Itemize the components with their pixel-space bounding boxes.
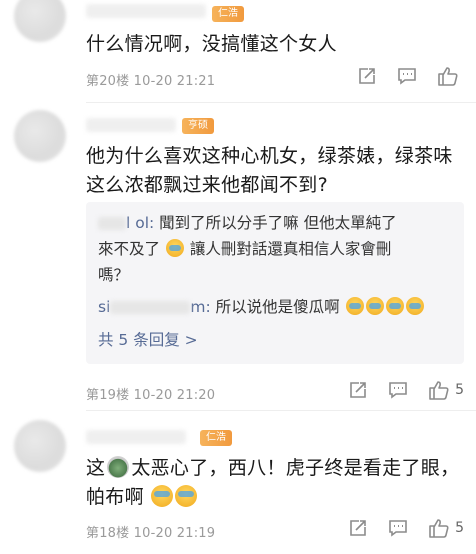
reply-button[interactable] — [388, 518, 408, 538]
blurred-name — [110, 301, 191, 314]
comment-text-part: 帕布啊 — [86, 486, 144, 508]
avatar[interactable] — [14, 420, 66, 472]
reply-username-text: m: — [190, 298, 211, 316]
reply-username[interactable]: si m: — [98, 298, 211, 316]
comment-line: 这么浓都飘过来他都闻不到? — [86, 174, 328, 196]
floor-time: 第20楼 10-20 21:21 — [86, 74, 216, 89]
reply-text: 讓人刪對話還真相信人家會刪 — [189, 240, 392, 258]
more-replies-link[interactable]: 共 5 条回复 > — [86, 328, 464, 350]
share-icon — [350, 382, 366, 398]
divider — [86, 410, 476, 411]
divider — [86, 102, 476, 103]
comment-text: 他为什么喜欢这种心机女，绿茶婊，绿茶味 这么浓都飘过来他都闻不到? — [86, 142, 460, 200]
comment-actions: 5 — [328, 380, 464, 400]
comment-actions — [337, 66, 464, 86]
like-button[interactable]: 5 — [428, 518, 464, 538]
reply-button[interactable] — [388, 380, 408, 400]
green-tea-emoji-icon — [107, 456, 130, 478]
like-count: 5 — [455, 520, 464, 536]
share-icon — [350, 520, 366, 536]
share-button[interactable] — [357, 66, 377, 86]
share-icon — [359, 68, 375, 84]
thumbs-up-icon — [429, 381, 449, 400]
user-badge: 仁浩 — [212, 6, 244, 22]
user-badge: 仁浩 — [200, 430, 232, 446]
share-button[interactable] — [348, 518, 368, 538]
comment-item: 仁浩 这 太恶心了，西八！虎子终是看走了眼， 帕布啊 第18楼 10-20 21:… — [0, 412, 476, 554]
reply-item[interactable]: si m: 所以说他是傻瓜啊 — [86, 294, 464, 320]
thumbs-up-icon — [438, 67, 458, 86]
crying-emoji-icon — [175, 485, 198, 507]
reply-item[interactable]: l ol: 聞到了所以分手了嘛 但他太單純了 來不及了 讓人刪對話還真相信人家會… — [86, 202, 464, 288]
user-badge: 亨硕 — [182, 118, 214, 134]
floor-time: 第19楼 10-20 21:20 — [86, 388, 216, 403]
comment-icon — [398, 68, 416, 85]
comment-item: 仁浩 什么情况啊，没搞懂这个女人 第20楼 10-20 21:21 — [0, 0, 476, 100]
crying-emoji-icon — [385, 297, 404, 315]
avatar[interactable] — [14, 110, 66, 162]
username[interactable] — [86, 118, 176, 132]
reply-text: 所以说他是傻瓜啊 — [210, 298, 340, 316]
crying-emoji-icon — [151, 485, 174, 507]
comment-text-part: 太恶心了，西八！虎子终是看走了眼， — [131, 457, 460, 479]
comment-text: 这 太恶心了，西八！虎子终是看走了眼， 帕布啊 — [86, 454, 460, 512]
comment-icon — [389, 382, 407, 399]
comment-line: 这 太恶心了，西八！虎子终是看走了眼， — [86, 454, 460, 483]
reply-username-text: l ol: — [126, 214, 155, 232]
floor-time: 第18楼 10-20 21:19 — [86, 526, 216, 541]
reply-text: 來不及了 — [98, 240, 161, 258]
like-button[interactable]: 5 — [428, 380, 464, 400]
reply-username[interactable]: l ol: — [98, 214, 154, 232]
laugh-cry-emoji-icon — [165, 239, 184, 257]
crying-emoji-icon — [365, 297, 384, 315]
comment-item: 亨硕 他为什么喜欢这种心机女，绿茶婊，绿茶味 这么浓都飘过来他都闻不到? l o… — [0, 104, 476, 404]
comment-actions: 5 — [328, 518, 464, 538]
reply-button[interactable] — [397, 66, 417, 86]
crying-emoji-icon — [345, 297, 364, 315]
comment-line: 帕布啊 — [86, 483, 460, 512]
like-button[interactable] — [437, 66, 464, 86]
comment-line: 他为什么喜欢这种心机女，绿茶婊，绿茶味 — [86, 145, 453, 167]
comment-text: 什么情况啊，没搞懂这个女人 — [86, 33, 337, 55]
blurred-name — [98, 217, 126, 230]
crying-emoji-icon — [405, 297, 424, 315]
share-button[interactable] — [348, 380, 368, 400]
comment-text-part: 这 — [86, 457, 106, 479]
username[interactable] — [86, 430, 186, 444]
thumbs-up-icon — [429, 519, 449, 538]
reply-box[interactable]: l ol: 聞到了所以分手了嘛 但他太單純了 來不及了 讓人刪對話還真相信人家會… — [86, 202, 464, 364]
reply-text: 聞到了所以分手了嘛 但他太單純了 — [154, 214, 397, 232]
like-count: 5 — [455, 382, 464, 398]
username[interactable] — [86, 4, 206, 18]
avatar[interactable] — [14, 0, 66, 42]
comment-icon — [389, 520, 407, 537]
reply-text: 嗎？ — [98, 266, 130, 284]
reply-username-text: si — [98, 298, 111, 316]
